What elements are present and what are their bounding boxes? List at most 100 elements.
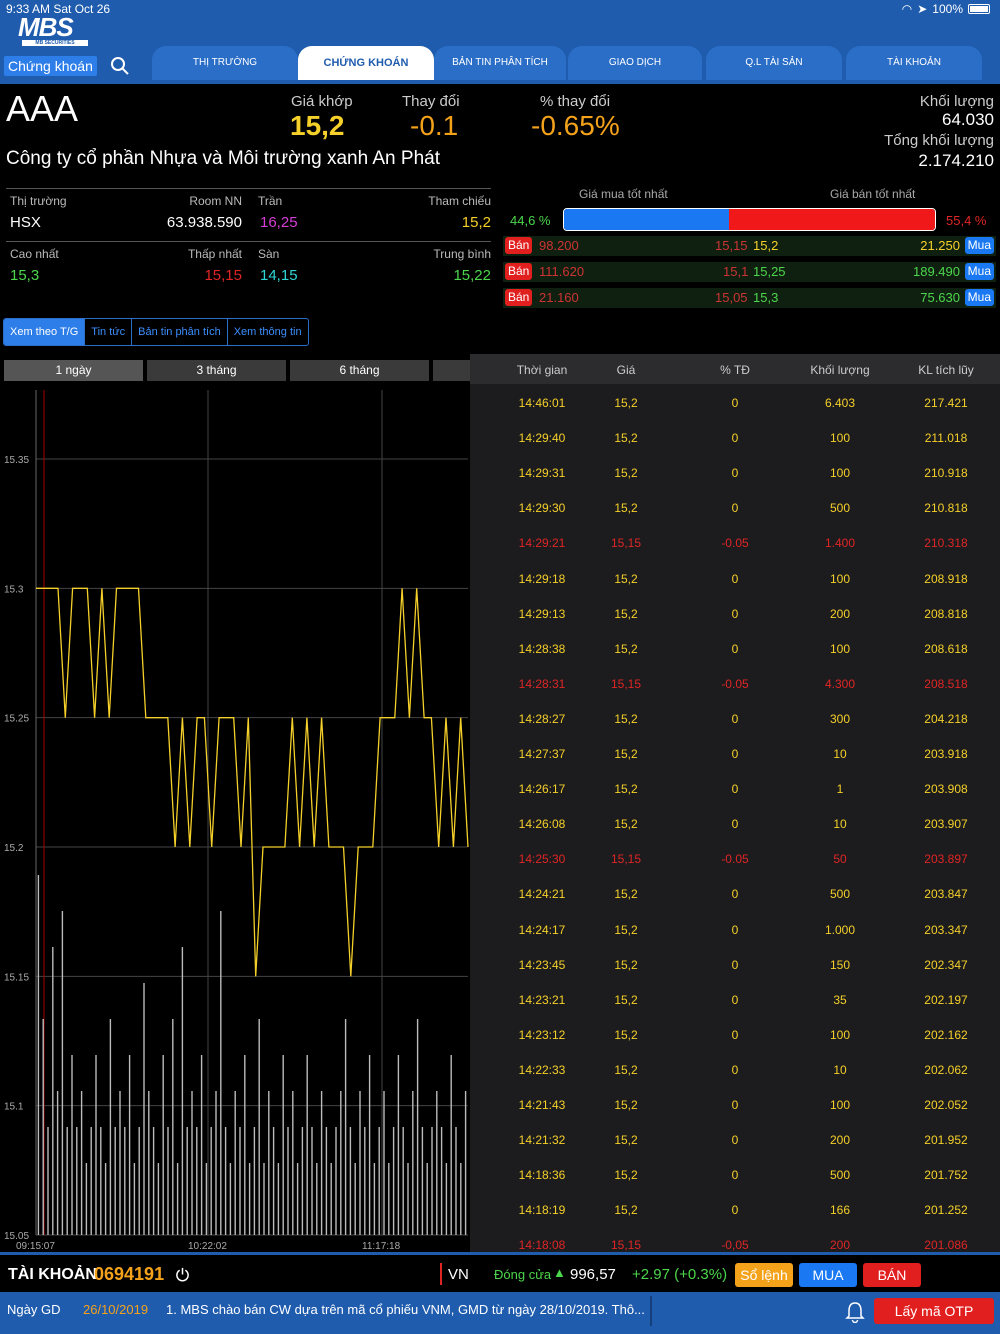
- sell-badge[interactable]: Bán: [505, 263, 533, 280]
- x-tick-label: 09:15:07: [16, 1241, 55, 1252]
- trade-time: 14:22:33: [518, 1062, 566, 1077]
- bid-price: 15,05: [715, 290, 748, 305]
- trade-cum-volume: 208.918: [924, 571, 968, 586]
- tab-tai-khoan[interactable]: TÀI KHOẢN: [846, 46, 982, 80]
- ask-price: 15,3: [753, 290, 779, 305]
- ask-volume: 75.630: [920, 290, 960, 305]
- trade-cum-volume: 202.162: [924, 1027, 968, 1042]
- trade-row: 14:29:31 15,2 0 100 210.918: [470, 454, 1000, 489]
- close-label: Đóng cửa: [494, 1267, 552, 1282]
- account-bar: TÀI KHOẢN 0694191 VN Đóng cửa ▲ 996,57 +…: [0, 1252, 1000, 1292]
- trade-price: 15,15: [610, 1238, 642, 1252]
- battery-label: 100%: [932, 2, 963, 16]
- ceiling-value: 16,25: [260, 214, 298, 231]
- trade-price: 15,2: [614, 1133, 638, 1148]
- get-otp-button[interactable]: Lấy mã OTP: [874, 1298, 994, 1324]
- intraday-chart[interactable]: 15.3515.315.2515.215.1515.115.0509:15:07…: [0, 390, 470, 1252]
- period-1-day[interactable]: 1 ngày: [4, 360, 143, 381]
- header-time: Thời gian: [516, 363, 568, 377]
- subtab-view-by-time[interactable]: Xem theo T/G: [4, 319, 86, 345]
- pct-change-label: % thay đổi: [540, 93, 611, 110]
- trade-cum-volume: 203.347: [924, 922, 968, 937]
- y-tick-label: 15.2: [4, 843, 24, 854]
- trade-row: 14:29:13 15,2 0 200 208.818: [470, 595, 1000, 630]
- average-value: 15,22: [453, 267, 491, 284]
- trade-cum-volume: 211.018: [924, 431, 968, 446]
- trade-time: 14:46:01: [518, 396, 566, 410]
- sell-badge[interactable]: Bán: [505, 237, 533, 254]
- subtab-analysis[interactable]: Bản tin phân tích: [132, 319, 228, 345]
- orderbook-row: Bán 98.200 15,15 15,2 21.250 Mua: [503, 236, 996, 256]
- volume-value: 64.030: [942, 110, 994, 129]
- trade-pct: -0.05: [721, 852, 749, 867]
- news-bar: Ngày GD 26/10/2019 1. MBS chào bán CW dự…: [0, 1292, 1000, 1334]
- trade-time: 14:29:40: [518, 431, 566, 446]
- low-label: Thấp nhất: [187, 247, 242, 261]
- bell-icon[interactable]: [845, 1301, 865, 1323]
- tab-giao-dich[interactable]: GIAO DỊCH: [568, 46, 702, 80]
- period-6-months[interactable]: 6 tháng: [290, 360, 429, 381]
- trade-time: 14:28:38: [518, 641, 566, 656]
- logo-sub: MB SECURITIES: [22, 40, 88, 46]
- search-icon[interactable]: [110, 56, 130, 76]
- ask-volume: 21.250: [920, 238, 960, 253]
- price-line: [36, 587, 469, 977]
- bid-pct: 44,6 %: [510, 213, 551, 228]
- trade-price: 15,2: [614, 817, 638, 832]
- buy-badge[interactable]: Mua: [964, 289, 994, 306]
- trade-price: 15,2: [614, 922, 638, 937]
- trade-row: 14:29:21 15,15 -0.05 1.400 210.318: [470, 524, 1000, 559]
- divider: [650, 1296, 652, 1326]
- ask-price: 15,25: [753, 264, 786, 279]
- trade-volume: 100: [829, 466, 851, 481]
- trade-volume: 500: [829, 887, 851, 902]
- tab-ban-tin-phan-tich[interactable]: BẢN TIN PHÂN TÍCH: [434, 46, 566, 80]
- sell-button[interactable]: BÁN: [863, 1263, 921, 1287]
- tab-chung-khoan[interactable]: CHỨNG KHOÁN: [298, 46, 434, 80]
- trade-row: 14:18:08 15,15 -0,05 200 201.086: [470, 1226, 1000, 1252]
- period-more[interactable]: [433, 360, 470, 381]
- trade-row: 14:18:19 15,2 0 166 201.252: [470, 1191, 1000, 1226]
- news-ticker[interactable]: 1. MBS chào bán CW dựa trên mã cổ phiếu …: [166, 1302, 646, 1317]
- trade-table-header: Thời gian Giá % TĐ Khối lượng KL tích lũ…: [470, 354, 1000, 384]
- total-volume-value: 2.174.210: [918, 151, 994, 170]
- trade-volume: 100: [829, 431, 851, 446]
- trade-volume: 150: [829, 957, 851, 972]
- trade-cum-volume: 202.052: [924, 1098, 968, 1112]
- trade-price: 15,2: [614, 396, 638, 410]
- trade-time: 14:21:43: [518, 1098, 566, 1112]
- trade-price: 15,2: [614, 1027, 638, 1042]
- section-chip[interactable]: Chứng khoán: [4, 56, 97, 76]
- order-book-button[interactable]: Sổ lệnh: [735, 1263, 793, 1287]
- foreign-room-value: 63.938.590: [166, 214, 242, 231]
- account-number[interactable]: 0694191: [94, 1264, 164, 1285]
- power-icon[interactable]: [175, 1267, 190, 1282]
- trade-volume: 200: [829, 1238, 851, 1252]
- header-price: Giá: [616, 363, 636, 377]
- buy-button[interactable]: MUA: [799, 1263, 857, 1287]
- account-label: TÀI KHOẢN: [8, 1266, 97, 1283]
- trade-pct: 0: [731, 1098, 739, 1112]
- buy-badge[interactable]: Mua: [964, 237, 994, 254]
- subtab-news[interactable]: Tin tức: [85, 319, 133, 345]
- trade-row: 14:21:32 15,2 0 200 201.952: [470, 1121, 1000, 1156]
- trade-row: 14:29:30 15,2 0 500 210.818: [470, 489, 1000, 524]
- bid-volume: 111.620: [539, 264, 585, 279]
- mbs-logo: MBS MB SECURITIES: [18, 12, 88, 46]
- trade-time: 14:29:18: [518, 571, 566, 586]
- sell-badge[interactable]: Bán: [505, 289, 533, 306]
- period-3-months[interactable]: 3 tháng: [147, 360, 286, 381]
- trade-cum-volume: 203.847: [924, 887, 968, 902]
- buy-badge[interactable]: Mua: [964, 263, 994, 280]
- trade-pct: -0,05: [721, 1238, 749, 1252]
- trade-pct: 0: [731, 957, 739, 972]
- subtab-info[interactable]: Xem thông tin: [228, 319, 308, 345]
- trade-time: 14:29:21: [518, 536, 566, 551]
- tab-thi-truong[interactable]: THỊ TRƯỜNG: [152, 46, 298, 80]
- trade-cum-volume: 210.918: [924, 466, 968, 481]
- trade-pct: 0: [731, 1203, 739, 1218]
- trade-time: 14:27:37: [518, 747, 566, 761]
- tab-ql-tai-san[interactable]: Q.L TÀI SẢN: [706, 46, 842, 80]
- trade-time: 14:24:21: [518, 887, 566, 902]
- trade-table[interactable]: Thời gian Giá % TĐ Khối lượng KL tích lũ…: [470, 354, 1000, 1252]
